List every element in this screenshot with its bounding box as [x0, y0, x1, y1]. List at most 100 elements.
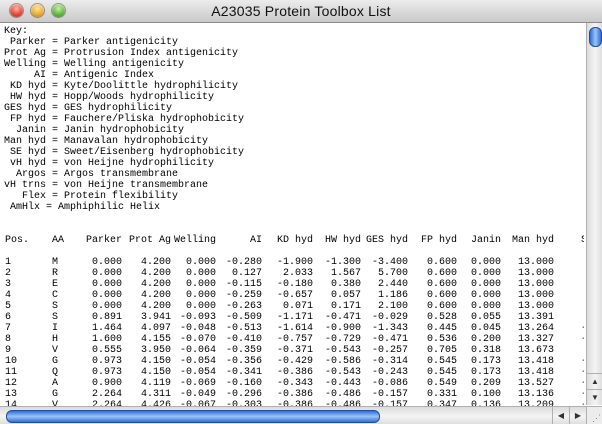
- table-cell: 13.000: [517, 268, 554, 279]
- horizontal-scroll-thumb[interactable]: [6, 410, 380, 423]
- table-row: 9 V 0.555 3.950 -0.064 -0.359 -0.371 -0.543 -0.2…: [4, 345, 584, 356]
- table-row: 13 G 2.264 4.311 -0.049 -0.296 -0.386 -0.486 -0.…: [4, 389, 584, 400]
- table-cell: 13.418: [517, 367, 554, 378]
- table-cell: 0.528: [426, 312, 457, 323]
- table-cell: 4: [5, 290, 12, 301]
- table-cell: 0.000: [470, 268, 501, 279]
- table-cell: -0.341: [225, 367, 262, 378]
- table-cell: 0.600: [426, 290, 457, 301]
- table-cell: -0.543: [324, 345, 361, 356]
- table-cell: 1.600: [91, 334, 122, 345]
- table-cell: -0.343: [276, 378, 313, 389]
- table-cell: 2.033: [282, 268, 313, 279]
- table-cell: 2.264: [91, 389, 122, 400]
- table-cell: -1.300: [324, 257, 361, 268]
- table-cell: -0.729: [324, 334, 361, 345]
- table-cell: 0.209: [470, 378, 501, 389]
- app-window: A23035 Protein Toolbox List Key: Parker …: [0, 0, 602, 424]
- table-cell: H: [52, 334, 59, 345]
- vertical-scroll-arrows: ▲ ▼: [587, 373, 602, 405]
- table-cell: 0.6: [555, 268, 584, 279]
- table-cell: -0.029: [371, 312, 408, 323]
- table-cell: 2.100: [377, 301, 408, 312]
- table-cell: 13.527: [517, 378, 554, 389]
- column-header: KD hyd: [276, 235, 313, 246]
- table-cell: 2.440: [377, 279, 408, 290]
- table-cell: 0.173: [470, 356, 501, 367]
- table-cell: 0.100: [470, 389, 501, 400]
- table-cell: G: [52, 356, 59, 367]
- table-cell: -0.054: [179, 367, 216, 378]
- table-cell: -0.069: [179, 378, 216, 389]
- table-cell: 0.000: [470, 301, 501, 312]
- table-cell: -0.243: [371, 367, 408, 378]
- table-cell: -0.386: [276, 389, 313, 400]
- table-cell: 0.331: [426, 389, 457, 400]
- table-cell: -0.049: [179, 389, 216, 400]
- vertical-scrollbar[interactable]: ▲ ▼: [586, 23, 602, 405]
- table-cell: 0.000: [91, 301, 122, 312]
- table-cell: -0.157: [371, 389, 408, 400]
- table-cell: -0.070: [179, 334, 216, 345]
- table-cell: 1.186: [377, 290, 408, 301]
- table-cell: 5: [5, 301, 12, 312]
- table-cell: 1: [5, 257, 12, 268]
- table-cell: 0.0: [555, 290, 584, 301]
- table-cell: 13.000: [517, 279, 554, 290]
- table-cell: 10: [5, 356, 18, 367]
- table-cell: 4.200: [140, 301, 171, 312]
- table-cell: R: [52, 268, 59, 279]
- table-cell: C: [52, 290, 59, 301]
- scroll-up-arrow-icon[interactable]: ▲: [587, 373, 602, 390]
- table-cell: 0.000: [185, 301, 216, 312]
- table-cell: I: [52, 323, 59, 334]
- table-cell: -0.410: [225, 334, 262, 345]
- table-cell: -0.0: [555, 367, 584, 378]
- column-header: Prot Ag: [128, 235, 171, 246]
- table-cell: -0.429: [276, 356, 313, 367]
- table-cell: -0.280: [225, 257, 262, 268]
- table-cell: 0.555: [91, 345, 122, 356]
- text-content-area[interactable]: Key: Parker = Parker antigenicity Prot A…: [4, 26, 584, 406]
- resize-grip-icon[interactable]: ⋰: [586, 406, 602, 424]
- table-cell: 0.000: [470, 290, 501, 301]
- scroll-right-arrow-icon[interactable]: ▶: [569, 407, 586, 424]
- table-cell: -0.471: [324, 312, 361, 323]
- table-cell: 3: [5, 279, 12, 290]
- table-cell: S: [52, 312, 59, 323]
- table-cell: 0.536: [426, 334, 457, 345]
- table-cell: 0.600: [426, 279, 457, 290]
- table-cell: -0.359: [225, 345, 262, 356]
- table-cell: 0.6: [555, 312, 584, 323]
- table-cell: 0.318: [470, 345, 501, 356]
- table-cell: 3.950: [140, 345, 171, 356]
- column-header: SE h: [580, 235, 584, 246]
- table-cell: -0.296: [225, 389, 262, 400]
- table-cell: 3.941: [140, 312, 171, 323]
- vertical-scroll-thumb[interactable]: [589, 27, 602, 47]
- table-cell: -0.657: [276, 290, 313, 301]
- table-cell: 4.200: [140, 268, 171, 279]
- table-body: 1 M 0.000 4.200 0.000 -0.280 -1.900 -1.300 -3.40…: [4, 257, 584, 406]
- table-cell: 0.0: [555, 279, 584, 290]
- horizontal-scrollbar[interactable]: ◀ ▶: [0, 406, 586, 424]
- table-cell: 0.380: [330, 279, 361, 290]
- table-cell: 13: [5, 389, 18, 400]
- scroll-left-arrow-icon[interactable]: ◀: [552, 407, 569, 424]
- table-cell: 0.200: [470, 334, 501, 345]
- table-cell: 4.155: [140, 334, 171, 345]
- table-cell: -0.509: [225, 312, 262, 323]
- table-cell: -0.471: [371, 334, 408, 345]
- scroll-down-arrow-icon[interactable]: ▼: [587, 389, 602, 406]
- table-row: 1 M 0.000 4.200 0.000 -0.280 -1.900 -1.300 -3.40…: [4, 257, 584, 268]
- table-cell: 0.000: [185, 279, 216, 290]
- table-cell: 4.097: [140, 323, 171, 334]
- table-cell: 0.891: [91, 312, 122, 323]
- table-cell: 0.057: [330, 290, 361, 301]
- table-row: 11 Q 0.973 4.150 -0.054 -0.341 -0.386 -0.543 -0.…: [4, 367, 584, 378]
- title-bar[interactable]: A23035 Protein Toolbox List: [0, 0, 602, 23]
- table-cell: 0.445: [426, 323, 457, 334]
- table-cell: 0.0: [555, 345, 584, 356]
- table-cell: 2: [5, 268, 12, 279]
- table-cell: -0.180: [276, 279, 313, 290]
